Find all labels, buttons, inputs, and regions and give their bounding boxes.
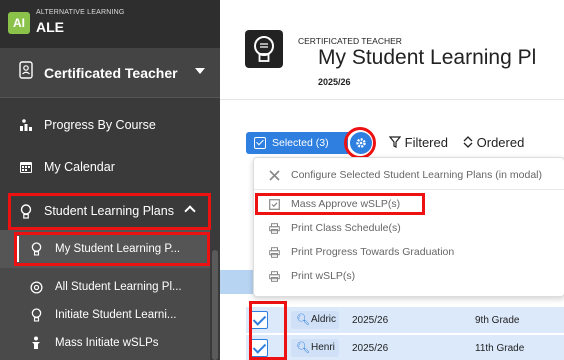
chart-icon xyxy=(18,117,34,133)
menu-item-print-wslp[interactable]: Print wSLP(s) xyxy=(254,264,564,288)
role-label: Certificated Teacher xyxy=(44,65,178,81)
sidebar-item-label: My Student Learning P... xyxy=(55,243,181,255)
search-icon: 🔍︎ xyxy=(296,314,310,326)
menu-item-mass-approve[interactable]: Mass Approve wSLP(s) xyxy=(254,192,564,216)
tools-icon xyxy=(268,169,280,181)
row-year: 2025/26 xyxy=(352,315,389,326)
table-row[interactable]: 🔍︎ Aldric 2025/26 9th Grade xyxy=(246,307,564,333)
person-icon xyxy=(28,335,44,351)
bulb-icon xyxy=(28,241,44,257)
page-header: CERTIFICATED TEACHER My Student Learning… xyxy=(220,0,564,100)
checkbox-icon xyxy=(254,137,266,149)
chevron-up-icon xyxy=(184,205,196,217)
sidebar-item-label: Progress By Course xyxy=(44,118,156,132)
sidebar-item-mass-initiate-wslps[interactable]: Mass Initiate wSLPs xyxy=(0,324,210,360)
brand-header[interactable]: AI ALTERNATIVE LEARNING ALE xyxy=(0,0,220,48)
student-name-link[interactable]: 🔍︎ Aldric xyxy=(291,311,339,329)
sidebar-item-label: Student Learning Plans xyxy=(44,204,174,218)
caret-down-icon xyxy=(195,68,205,74)
print-icon xyxy=(268,246,280,258)
page-title: My Student Learning Pl xyxy=(318,46,537,69)
selected-button[interactable]: Selected (3) xyxy=(246,132,348,154)
selected-label: Selected (3) xyxy=(272,137,329,149)
sidebar-item-label: My Calendar xyxy=(44,160,115,174)
order-label: Ordered xyxy=(476,135,525,150)
checkbox-icon xyxy=(268,198,280,210)
main-content: CERTIFICATED TEACHER My Student Learning… xyxy=(220,0,564,360)
order-button[interactable]: Ordered xyxy=(463,135,524,150)
sidebar-item-label: All Student Learning Pl... xyxy=(55,281,182,293)
search-icon: 🔍︎ xyxy=(296,342,310,354)
menu-item-print-progress[interactable]: Print Progress Towards Graduation xyxy=(254,240,564,264)
filter-label: Filtered xyxy=(404,135,448,150)
sidebar-item-label: Mass Initiate wSLPs xyxy=(55,337,159,349)
sidebar: AI ALTERNATIVE LEARNING ALE Certificated… xyxy=(0,0,220,360)
sidebar-item-progress-by-course[interactable]: Progress By Course xyxy=(0,106,210,144)
table-row[interactable]: 🔍︎ Henri 2025/26 11th Grade xyxy=(246,335,564,360)
active-indicator xyxy=(17,236,19,262)
row-grade: 9th Grade xyxy=(475,315,520,326)
highlight-circle xyxy=(344,127,376,159)
row-grade: 11th Grade xyxy=(475,343,525,354)
brand-logo: AI xyxy=(8,12,30,34)
id-card-icon xyxy=(19,61,33,79)
sidebar-item-my-calendar[interactable]: My Calendar xyxy=(0,148,210,186)
lightbulb-logo-icon xyxy=(245,30,283,68)
school-year: 2025/26 xyxy=(318,77,351,87)
sort-icon xyxy=(463,136,473,148)
sidebar-item-label: Initiate Student Learni... xyxy=(55,309,177,321)
brand-name: ALE xyxy=(36,19,64,35)
menu-item-print-class-schedule[interactable]: Print Class Schedule(s) xyxy=(254,216,564,240)
calendar-icon xyxy=(18,159,34,175)
print-icon xyxy=(268,222,280,234)
role-selector[interactable]: Certificated Teacher xyxy=(0,48,220,98)
row-checkbox[interactable] xyxy=(250,339,268,357)
sidebar-scrollbar[interactable] xyxy=(212,250,218,360)
bulb-icon xyxy=(18,203,34,219)
actions-menu: Configure Selected Student Learning Plan… xyxy=(253,157,564,297)
filter-button[interactable]: Filtered xyxy=(388,135,448,150)
print-icon xyxy=(268,270,280,282)
bulb-icon xyxy=(28,307,44,323)
page-eyebrow: CERTIFICATED TEACHER xyxy=(298,36,402,46)
row-checkbox[interactable] xyxy=(250,311,268,329)
student-name-link[interactable]: 🔍︎ Henri xyxy=(291,339,339,357)
at-icon xyxy=(28,279,44,295)
filter-icon xyxy=(388,136,402,148)
menu-divider xyxy=(254,189,564,190)
sidebar-item-my-student-learning-plans[interactable]: My Student Learning P... xyxy=(0,230,210,268)
sidebar-item-student-learning-plans[interactable]: Student Learning Plans xyxy=(0,192,210,230)
row-year: 2025/26 xyxy=(352,343,389,354)
menu-item-configure[interactable]: Configure Selected Student Learning Plan… xyxy=(254,163,564,187)
brand-subtitle: ALTERNATIVE LEARNING xyxy=(36,9,125,16)
